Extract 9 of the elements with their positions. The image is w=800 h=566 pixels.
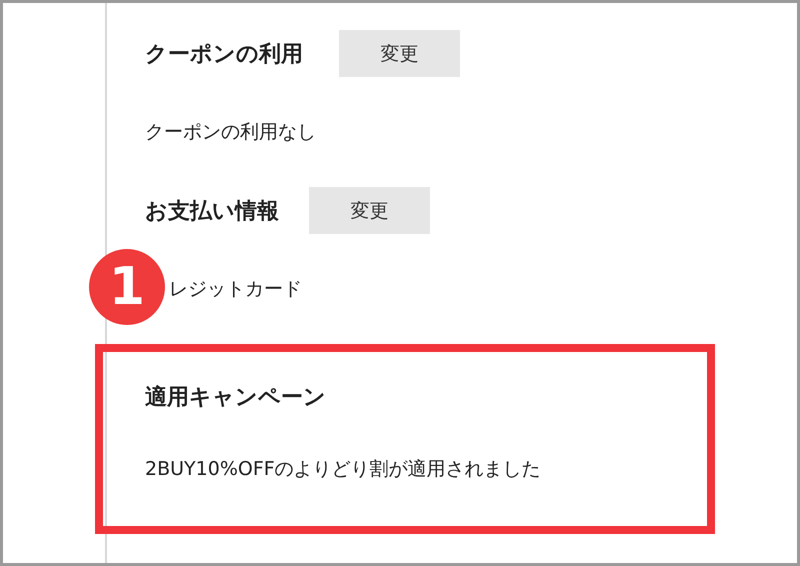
- section-heading: クーポンの利用: [145, 40, 303, 68]
- step-number-badge: 1: [89, 249, 165, 325]
- section-value: レジットカード: [168, 277, 302, 302]
- campaign-heading: 適用キャンペーン: [145, 384, 327, 412]
- campaign-text: 2BUY10%OFFのよりどり割が適用されました: [145, 457, 542, 482]
- change-button[interactable]: 変更: [339, 30, 460, 77]
- section-heading: お支払い情報: [145, 198, 279, 226]
- change-button[interactable]: 変更: [309, 187, 430, 234]
- section-value: クーポンの利用なし: [145, 120, 316, 145]
